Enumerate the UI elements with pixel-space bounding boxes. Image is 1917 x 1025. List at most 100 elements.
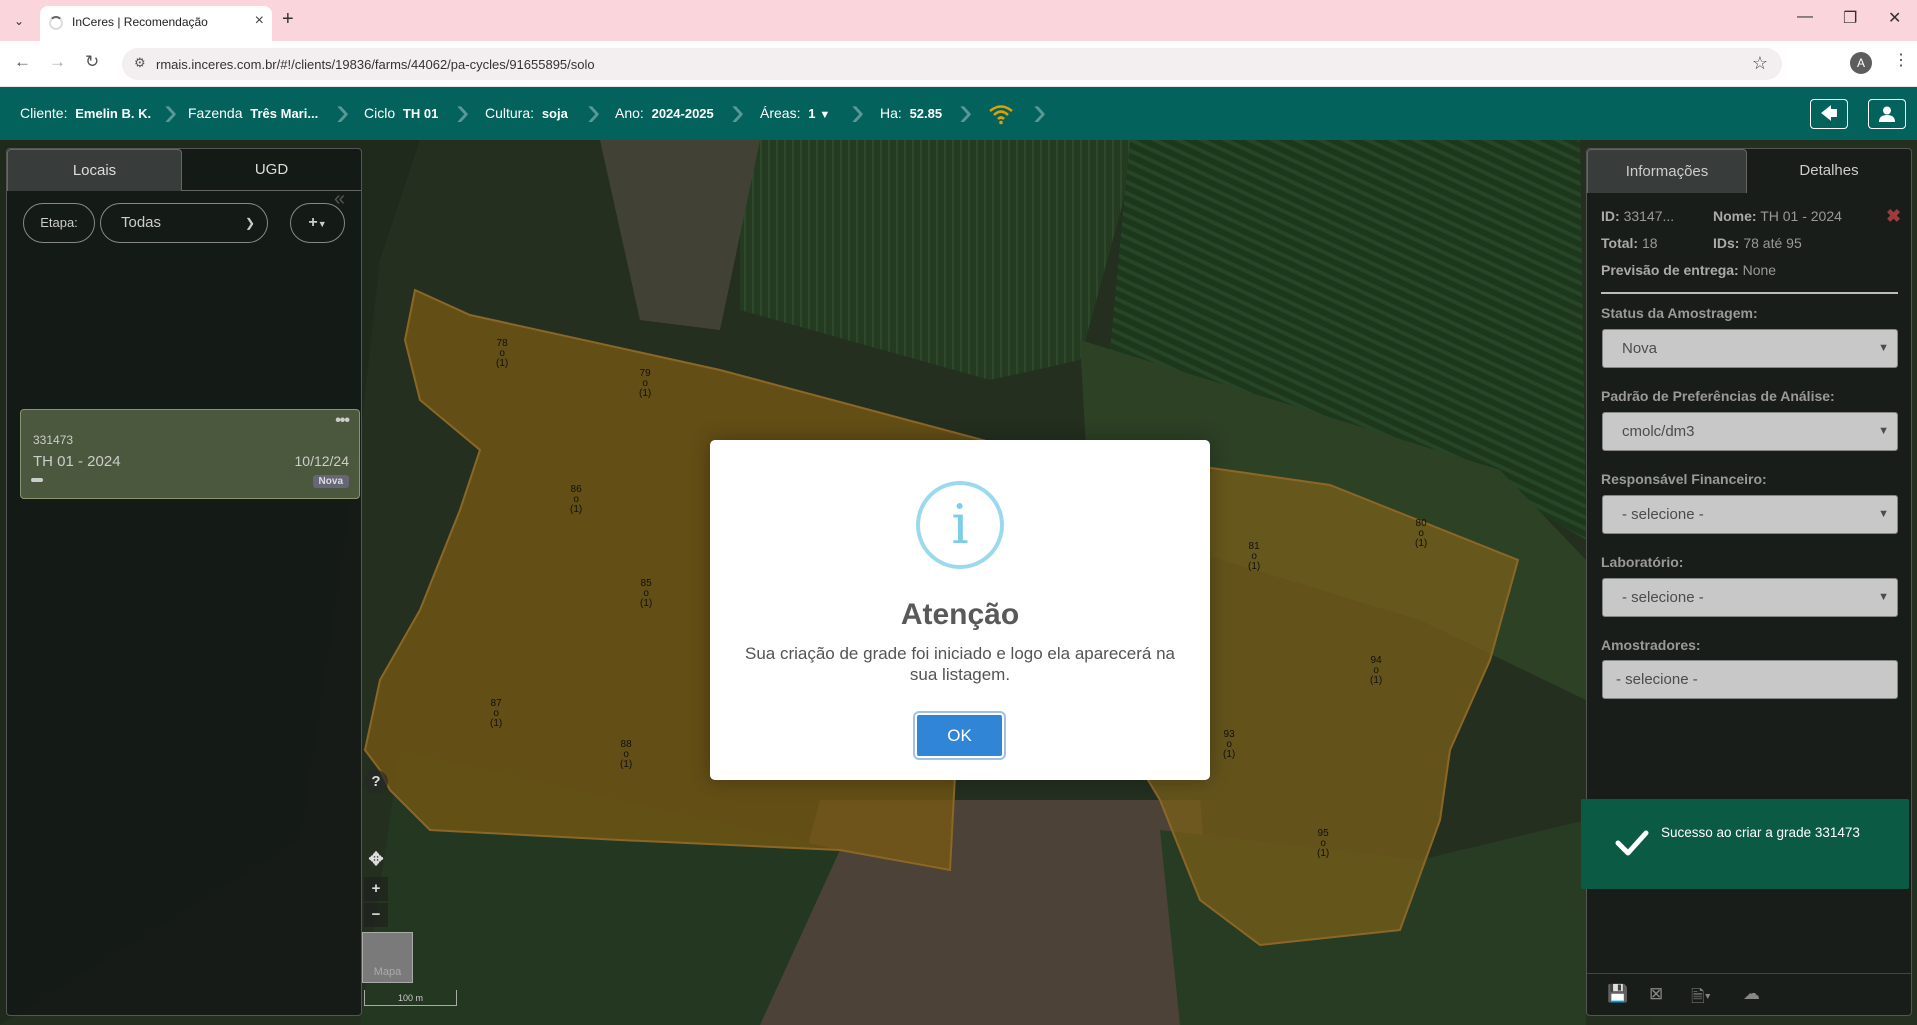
tab-search-chevron-icon[interactable]: ⌄ — [8, 10, 30, 32]
forward-icon[interactable]: → — [49, 52, 66, 72]
cloud-upload-icon[interactable]: ☁ — [1743, 984, 1760, 1004]
padrao-preferencias-label: Padrão de Preferências de Análise: — [1601, 388, 1835, 404]
site-info-icon[interactable]: ⚙ — [134, 55, 146, 71]
etapa-label: Etapa: — [23, 203, 95, 243]
caret-down-icon: ▼ — [317, 219, 327, 229]
cliente-value: Emelin B. K. — [75, 106, 152, 121]
laboratorio-value: - selecione - — [1622, 589, 1704, 606]
tab-ugd[interactable]: UGD — [182, 149, 361, 191]
collapse-panel-icon[interactable]: « — [334, 188, 360, 218]
amostradores-select[interactable]: - selecione - — [1602, 660, 1898, 699]
attention-dialog: i Atenção Sua criação de grade foi inici… — [710, 440, 1210, 780]
map-point-81[interactable]: 81 o (1) — [1248, 542, 1260, 572]
status-amostragem-select[interactable]: Nova ▼ — [1602, 329, 1898, 368]
laboratorio-label: Laboratório: — [1601, 554, 1684, 570]
chevron-down-icon: ▼ — [819, 109, 831, 121]
map-point-85[interactable]: 85 o (1) — [640, 579, 652, 609]
zoom-in-button[interactable]: + — [364, 877, 388, 901]
responsavel-financeiro-select[interactable]: - selecione - ▼ — [1602, 495, 1898, 534]
breadcrumb-ano[interactable]: Ano: 2024-2025 — [615, 87, 714, 140]
map-point-86[interactable]: 86 o (1) — [570, 485, 582, 515]
close-icon[interactable]: ✖ — [1886, 206, 1901, 227]
plus-icon: + — [308, 214, 318, 231]
back-icon[interactable]: ← — [14, 52, 31, 72]
breadcrumb-areas[interactable]: Áreas: 1 ▼ — [760, 87, 830, 140]
reload-icon[interactable]: ↻ — [85, 52, 99, 72]
breadcrumb-ciclo[interactable]: Ciclo TH 01 — [364, 87, 438, 140]
map-point-78[interactable]: 78 o (1) — [496, 339, 508, 369]
save-icon[interactable]: 💾 — [1607, 984, 1628, 1004]
ok-button[interactable]: OK — [913, 711, 1006, 760]
chevron-down-icon: ▼ — [1878, 342, 1889, 354]
restore-icon[interactable]: ❐ — [1843, 8, 1857, 28]
help-button[interactable]: ? — [364, 770, 388, 794]
chevron-down-icon: ▼ — [1878, 591, 1889, 603]
point-count: (1) — [1317, 848, 1330, 859]
pan-icon[interactable]: ✥ — [364, 847, 388, 871]
breadcrumb-separator-icon: › — [587, 90, 601, 134]
map-point-80[interactable]: 80 o (1) — [1415, 519, 1427, 549]
etapa-value: Todas — [121, 214, 162, 231]
browser-tab[interactable]: InCeres | Recomendação × — [40, 6, 272, 41]
id-value: 33147... — [1623, 208, 1675, 224]
breadcrumb-separator-icon: › — [1033, 90, 1047, 134]
tab-locais[interactable]: Locais — [7, 149, 182, 191]
breadcrumb-separator-icon: › — [731, 90, 745, 134]
minimap[interactable]: Mapa — [362, 932, 413, 983]
ids-value: 78 até 95 — [1743, 235, 1802, 251]
close-window-icon[interactable]: ✕ — [1888, 8, 1901, 28]
tab-informacoes[interactable]: Informações — [1587, 149, 1747, 193]
map-point-79[interactable]: 79 o (1) — [639, 369, 651, 399]
breadcrumb-cultura[interactable]: Cultura: soja — [485, 87, 568, 140]
id-label: ID: — [1601, 208, 1620, 224]
address-bar: ← → ↻ ⚙ rmais.inceres.com.br/#!/clients/… — [0, 41, 1917, 87]
map-point-88[interactable]: 88 o (1) — [620, 740, 632, 770]
amostradores-label: Amostradores: — [1601, 637, 1701, 653]
previsao-value: None — [1742, 262, 1777, 278]
back-arrow-button[interactable]: 🡄 — [1810, 99, 1848, 129]
grade-card[interactable]: ••• 331473 TH 01 - 2024 10/12/24 Nova — [20, 409, 360, 499]
point-count: (1) — [1415, 538, 1428, 549]
ciclo-value: TH 01 — [402, 106, 439, 121]
map-point-95[interactable]: 95 o (1) — [1317, 829, 1329, 859]
info-total: Total: 18 — [1601, 235, 1658, 251]
tab-close-icon[interactable]: × — [255, 12, 264, 30]
browser-menu-icon[interactable]: ⋮ — [1893, 50, 1909, 70]
card-name: TH 01 - 2024 — [33, 453, 121, 470]
tab-detalhes[interactable]: Detalhes — [1747, 149, 1911, 193]
point-count: (1) — [640, 598, 653, 609]
new-tab-icon[interactable]: + — [282, 8, 294, 31]
map-point-93[interactable]: 93 o (1) — [1223, 730, 1235, 760]
minimize-icon[interactable]: — — [1797, 8, 1813, 26]
bookmark-star-icon[interactable]: ☆ — [1752, 53, 1768, 74]
breadcrumb-cliente[interactable]: Cliente: Emelin B. K. — [20, 87, 151, 140]
ciclo-label: Ciclo — [364, 105, 396, 121]
laboratorio-select[interactable]: - selecione - ▼ — [1602, 578, 1898, 617]
total-value: 18 — [1641, 235, 1658, 251]
url-field[interactable]: ⚙ rmais.inceres.com.br/#!/clients/19836/… — [122, 48, 1782, 80]
dialog-title: Atenção — [900, 598, 1020, 631]
scale-bar: 100 m — [364, 990, 457, 1006]
chevron-down-icon: ▼ — [1878, 425, 1889, 437]
excel-icon[interactable]: ⊠ — [1649, 984, 1663, 1004]
cliente-label: Cliente: — [20, 105, 68, 121]
ano-label: Ano: — [615, 105, 644, 121]
map-point-94[interactable]: 94 o (1) — [1370, 656, 1382, 686]
more-options-icon[interactable]: ••• — [335, 412, 350, 430]
success-toast[interactable]: Sucesso ao criar a grade 331473 — [1581, 799, 1909, 889]
profile-avatar[interactable]: A — [1850, 52, 1872, 74]
etapa-select[interactable]: Todas ❯ — [100, 203, 268, 243]
url-text: rmais.inceres.com.br/#!/clients/19836/fa… — [156, 57, 595, 72]
export-file-icon[interactable]: 🗎▾ — [1691, 984, 1711, 1013]
status-amostragem-value: Nova — [1622, 340, 1658, 357]
app-header: Cliente: Emelin B. K. › Fazenda Três Mar… — [0, 87, 1917, 140]
point-count: (1) — [1223, 749, 1236, 760]
ano-value: 2024-2025 — [651, 106, 714, 121]
user-icon — [1879, 106, 1895, 122]
zoom-out-button[interactable]: − — [364, 903, 388, 927]
user-button[interactable] — [1868, 99, 1906, 129]
breadcrumb-fazenda[interactable]: Fazenda Três Mari... — [188, 87, 318, 140]
map-point-87[interactable]: 87 o (1) — [490, 699, 502, 729]
previsao-label: Previsão de entrega: — [1601, 262, 1739, 278]
padrao-preferencias-select[interactable]: cmolc/dm3 ▼ — [1602, 412, 1898, 451]
